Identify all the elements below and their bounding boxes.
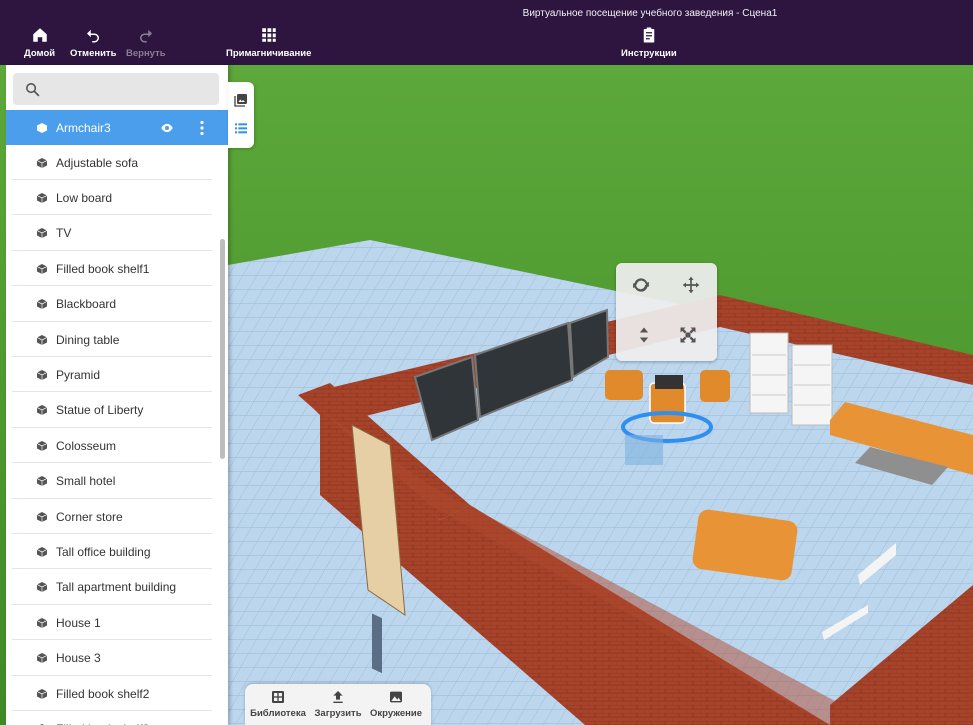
cube-icon [37,192,47,203]
clipboard-icon [643,27,655,43]
undo-icon [87,29,100,43]
search-icon [26,83,40,97]
cube-icon [37,122,47,133]
landscape-icon [390,691,402,703]
move-button[interactable] [676,270,706,300]
list-item-label: Statue of Liberty [56,403,144,418]
list-item[interactable]: Low board [6,180,212,216]
list-item[interactable]: Dining table [6,322,212,357]
list-item-label: Filled book shelf1 [56,261,150,276]
upload-label: Загрузить [314,708,362,719]
panel-side-tabs [228,82,254,148]
list-item[interactable]: Filled book shelf3 [6,711,212,725]
upload-button[interactable]: Загрузить [307,689,369,719]
list-item[interactable]: Tall office building [6,534,212,570]
list-item[interactable]: Filled book shelf2 [6,676,212,711]
list-item-label: Armchair3 [56,120,111,135]
elevate-button[interactable] [629,320,659,350]
list-item-label: Corner store [56,509,123,524]
cube-icon [37,299,47,310]
library-label: Библиотека [250,708,306,719]
redo-label: Вернуть [126,48,166,59]
cube-icon [37,617,47,628]
home-button[interactable]: Домой [24,26,55,59]
instructions-button[interactable]: Инструкции [621,26,677,59]
cube-icon [37,263,47,274]
list-item-label: House 3 [56,651,101,666]
cube-icon [37,369,47,380]
scale-icon [680,327,696,343]
image-library-icon[interactable] [233,92,249,108]
list-item[interactable]: Pyramid [6,357,212,393]
environment-button[interactable]: Окружение [365,689,427,719]
window-title: Виртуальное посещение учебного заведения… [522,8,778,19]
rotate-button[interactable] [626,270,656,300]
redo-button[interactable]: Вернуть [126,26,166,59]
list-item-label: Adjustable sofa [56,155,139,170]
home-label: Домой [24,48,56,59]
list-item-label: Blackboard [56,297,117,312]
snap-button[interactable]: Примагничивание [226,26,311,59]
list-icon[interactable] [233,120,249,136]
eye-icon[interactable] [160,121,174,135]
home-icon [32,28,47,42]
app-header: Виртуальное посещение учебного заведения… [0,0,973,65]
more-options-icon[interactable] [196,120,208,136]
undo-button[interactable]: Отменить [70,26,116,59]
upload-icon [333,691,343,703]
cube-icon [37,405,47,416]
list-item-label: Tall apartment building [56,580,177,595]
list-item-label: Tall office building [56,544,151,559]
list-item[interactable]: Colosseum [6,428,212,464]
list-item[interactable]: House 1 [6,605,212,641]
cube-icon [37,476,47,487]
cube-icon [37,688,47,699]
redo-icon [139,29,152,43]
list-item-label: Dining table [56,332,120,347]
undo-label: Отменить [70,48,117,59]
list-item-label: TV [56,226,72,241]
rotate-icon [633,278,649,292]
list-item[interactable]: Filled book shelf1 [6,251,212,287]
library-icon [272,691,284,703]
list-item[interactable]: Corner store [6,499,212,534]
cube-icon [37,653,47,664]
cube-icon [37,440,47,451]
cube-icon [37,582,47,593]
list-item-selected[interactable]: Armchair3 [6,110,228,145]
list-item-label: Small hotel [56,474,116,489]
list-item-label: Colosseum [56,438,117,453]
list-item-label: Low board [56,190,113,205]
list-item[interactable]: Small hotel [6,464,212,499]
instructions-label: Инструкции [621,48,677,59]
environment-label: Окружение [370,708,422,719]
scale-button[interactable] [673,320,703,350]
cube-icon [37,228,47,239]
list-item[interactable]: Statue of Liberty [6,393,212,428]
transform-gizmo [616,263,717,361]
cube-icon [37,157,47,168]
cube-icon [37,334,47,345]
up-down-icon [639,327,649,343]
list-item[interactable]: Adjustable sofa [6,145,212,180]
grid-icon [261,28,276,42]
library-button[interactable]: Библиотека [247,689,309,719]
bottom-toolbar: Библиотека Загрузить Окружение [245,684,431,725]
list-item[interactable]: Blackboard [6,287,212,322]
cube-icon [37,546,47,557]
cube-icon [37,511,47,522]
list-item[interactable]: House 3 [6,641,212,676]
scrollbar[interactable] [220,239,225,459]
list-item-label: Filled book shelf2 [56,686,150,701]
objects-panel: Armchair3 Adjustable sofa Low board TV Fill… [6,65,228,725]
list-item-label: House 1 [56,615,101,630]
snap-label: Примагничивание [226,48,312,59]
list-item[interactable]: Tall apartment building [6,570,212,605]
move-icon [682,276,700,294]
search-box[interactable] [13,73,219,105]
list-item[interactable]: TV [6,216,212,251]
list-item-label: Pyramid [56,367,101,382]
